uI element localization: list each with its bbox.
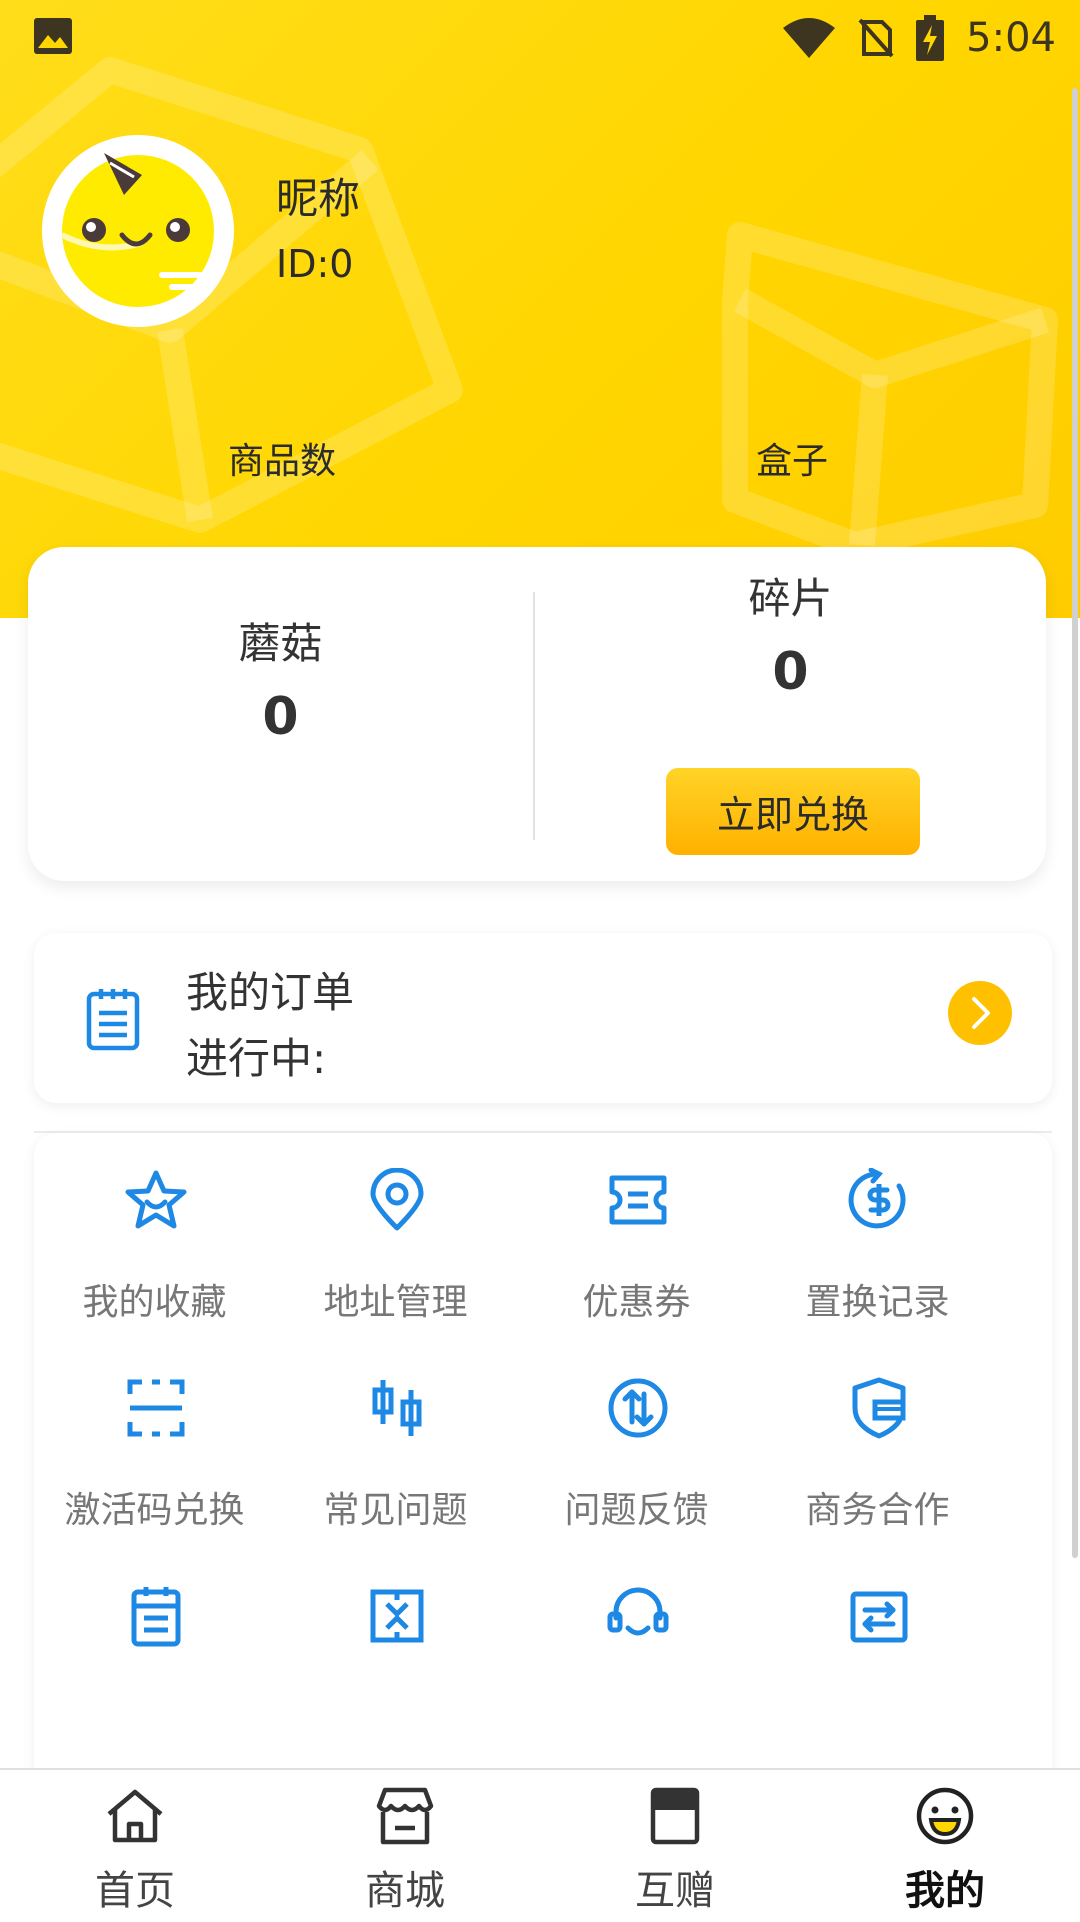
bottom-tab-bar: 首页 商城 互赠 我的: [0, 1768, 1080, 1922]
grid-item-favorites[interactable]: 我的收藏: [34, 1133, 275, 1333]
tab-gift[interactable]: 互赠: [540, 1770, 810, 1922]
headset-icon: [607, 1587, 669, 1636]
products-count-label[interactable]: 商品数: [228, 432, 336, 484]
grid-item-activation-code[interactable]: 激活码兑换: [34, 1341, 275, 1541]
ticket-icon: [609, 1175, 667, 1225]
scan-icon: [127, 1379, 185, 1437]
tab-label: 商城: [365, 1868, 445, 1914]
nickname[interactable]: 昵称: [276, 165, 360, 226]
grid-item-coupons[interactable]: 优惠券: [516, 1133, 757, 1333]
grid-item-9[interactable]: [34, 1549, 275, 1749]
shield-card-icon: [852, 1377, 906, 1439]
grid-item-label: 常见问题: [323, 1490, 468, 1531]
divider: [533, 592, 535, 840]
mascot-face-icon: [60, 153, 214, 307]
book-icon: [650, 1787, 700, 1845]
grid-item-label: 我的收藏: [82, 1282, 227, 1323]
redeem-button[interactable]: 立即兑换: [666, 768, 920, 855]
grid-item-address[interactable]: 地址管理: [275, 1133, 516, 1333]
exchange-arrows-circle-icon: [608, 1378, 668, 1438]
boxes-label[interactable]: 盒子: [756, 432, 828, 484]
clipboard-icon: [131, 1587, 181, 1647]
mushroom-label: 蘑菇: [238, 619, 323, 668]
grid-item-label: 激活码兑换: [64, 1490, 245, 1531]
tab-label: 首页: [95, 1868, 175, 1914]
grid-item-label: 置换记录: [805, 1282, 950, 1323]
user-id: ID:0: [276, 242, 354, 286]
smiley-icon: [916, 1787, 974, 1845]
location-pin-icon: [370, 1168, 424, 1231]
chevron-right-icon: [972, 997, 990, 1029]
grid-item-exchange-records[interactable]: 置换记录: [757, 1133, 998, 1333]
home-icon: [107, 1789, 163, 1843]
status-bar: 5:04: [0, 0, 1080, 76]
grid-item-12[interactable]: [757, 1549, 998, 1749]
battery-charging-icon: [916, 15, 945, 61]
orders-status: 进行中:: [186, 1034, 327, 1083]
tab-label: 我的: [905, 1868, 985, 1914]
grid-item-business[interactable]: 商务合作: [757, 1341, 998, 1541]
grid-item-feedback[interactable]: 问题反馈: [516, 1341, 757, 1541]
box-pattern-icon: [370, 1589, 424, 1643]
tab-mine[interactable]: 我的: [810, 1770, 1080, 1922]
grid-item-faq[interactable]: 常见问题: [275, 1341, 516, 1541]
grid-item-11[interactable]: [516, 1549, 757, 1749]
image-notification-icon: [34, 18, 72, 54]
my-orders-row[interactable]: 我的订单 进行中:: [34, 933, 1052, 1103]
dollar-refresh-icon: [848, 1168, 906, 1229]
function-grid: 我的收藏 地址管理 优惠券 置换记录 激活码兑换 常见问题 问题反馈 商务合作: [34, 1133, 1052, 1833]
grid-item-label: 优惠券: [582, 1282, 691, 1323]
wifi-icon: [783, 18, 836, 58]
tab-label: 互赠: [635, 1868, 715, 1914]
candlestick-icon: [372, 1380, 422, 1436]
wallet-card: 蘑菇 0 碎片 0 立即兑换: [28, 547, 1046, 881]
orders-title: 我的订单: [186, 968, 355, 1017]
swap-icon: [850, 1591, 908, 1643]
tab-store[interactable]: 商城: [270, 1770, 540, 1922]
grid-item-label: 问题反馈: [564, 1490, 709, 1531]
grid-item-label: 地址管理: [323, 1282, 468, 1323]
status-time: 5:04: [966, 15, 1056, 61]
order-list-icon: [86, 989, 140, 1051]
orders-arrow-button[interactable]: [948, 981, 1012, 1045]
scrollbar[interactable]: [1072, 88, 1078, 1558]
grid-item-label: 商务合作: [805, 1490, 950, 1531]
fragment-label: 碎片: [748, 574, 833, 623]
star-icon: [125, 1170, 187, 1229]
fragment-value: 0: [772, 642, 809, 702]
avatar[interactable]: [42, 135, 234, 327]
grid-item-10[interactable]: [275, 1549, 516, 1749]
tab-home[interactable]: 首页: [0, 1770, 270, 1922]
store-icon: [376, 1787, 434, 1845]
no-sim-icon: [858, 18, 894, 58]
mushroom-value: 0: [262, 687, 299, 747]
